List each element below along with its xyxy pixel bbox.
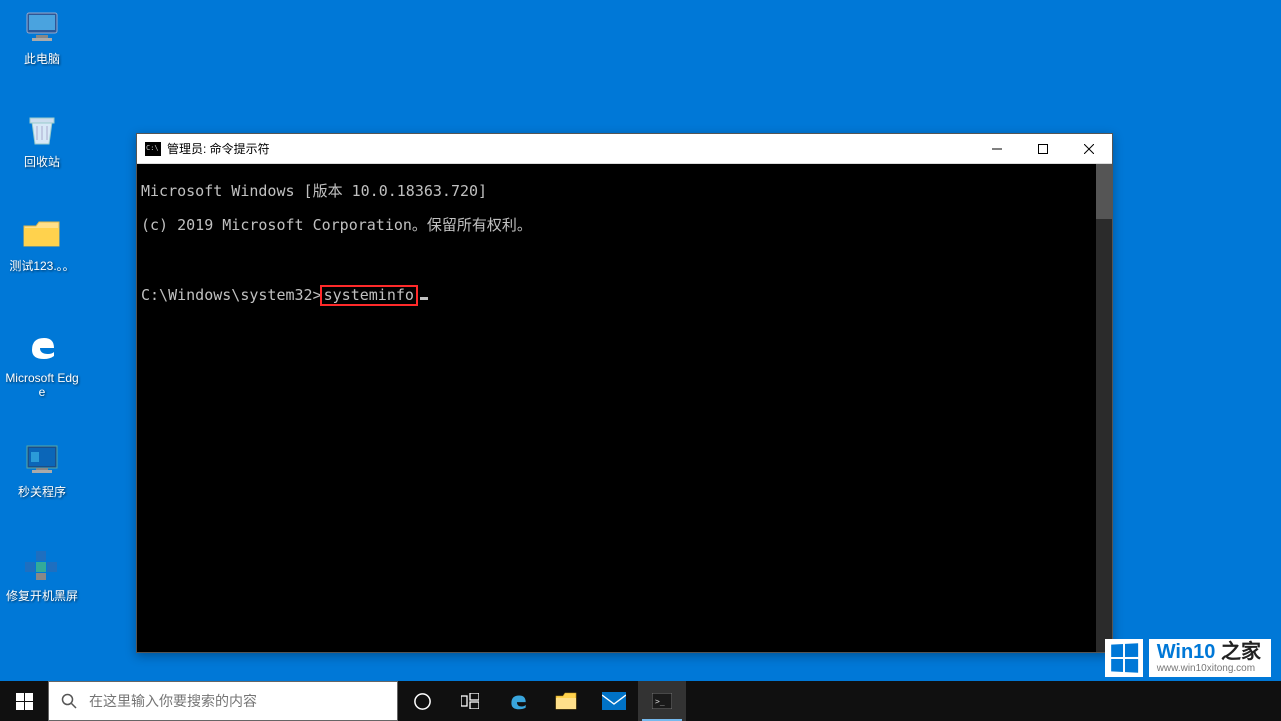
pc-icon bbox=[21, 6, 63, 48]
terminal-prompt-line: C:\Windows\system32>systeminfo bbox=[141, 285, 1108, 306]
search-icon bbox=[49, 693, 89, 709]
maximize-button[interactable] bbox=[1020, 134, 1066, 163]
desktop-icon-label: 秒关程序 bbox=[18, 485, 66, 499]
watermark-url: www.win10xitong.com bbox=[1157, 664, 1261, 674]
cmd-window: 管理员: 命令提示符 Microsoft Windows [版本 10.0.18… bbox=[136, 133, 1113, 653]
watermark-title: Win10 之家 bbox=[1157, 642, 1261, 662]
desktop-icon-label: Microsoft Edge bbox=[5, 371, 79, 399]
windows-logo-icon bbox=[16, 693, 33, 710]
desktop-icon-this-pc[interactable]: 此电脑 bbox=[5, 6, 79, 66]
terminal-body[interactable]: Microsoft Windows [版本 10.0.18363.720] (c… bbox=[137, 164, 1112, 652]
scrollbar-thumb[interactable] bbox=[1096, 164, 1112, 219]
window-title: 管理员: 命令提示符 bbox=[167, 140, 270, 157]
svg-text:>_: >_ bbox=[655, 697, 665, 706]
app-icon bbox=[21, 439, 63, 481]
terminal-scrollbar[interactable] bbox=[1096, 164, 1112, 652]
close-button[interactable] bbox=[1066, 134, 1112, 163]
taskbar-search[interactable] bbox=[48, 681, 398, 721]
desktop-icon-label: 回收站 bbox=[24, 155, 60, 169]
desktop-icon-label: 此电脑 bbox=[24, 52, 60, 66]
watermark-logo bbox=[1105, 639, 1143, 677]
folder-icon bbox=[21, 213, 63, 255]
desktop-icon-label: 测试123.。。 bbox=[9, 259, 74, 273]
taskbar-cmd[interactable]: >_ bbox=[638, 681, 686, 721]
taskbar-task-view[interactable] bbox=[446, 681, 494, 721]
taskbar-file-explorer[interactable] bbox=[542, 681, 590, 721]
taskbar: >_ bbox=[0, 681, 1281, 721]
terminal-prompt: C:\Windows\system32> bbox=[141, 286, 322, 304]
desktop[interactable]: 此电脑 回收站 测试123.。。 Microsoft Edge 秒关程序 修复开… bbox=[0, 0, 1281, 721]
desktop-icon-shutdown-app[interactable]: 秒关程序 bbox=[5, 439, 79, 499]
terminal-line: Microsoft Windows [版本 10.0.18363.720] bbox=[141, 183, 1108, 200]
taskbar-cortana[interactable] bbox=[398, 681, 446, 721]
minimize-button[interactable] bbox=[974, 134, 1020, 163]
desktop-icon-label: 修复开机黑屏 bbox=[6, 589, 78, 603]
highlighted-command: systeminfo bbox=[320, 285, 418, 306]
desktop-icon-edge[interactable]: Microsoft Edge bbox=[5, 325, 79, 399]
cmd-icon bbox=[145, 142, 161, 156]
fix-icon bbox=[21, 543, 63, 585]
taskbar-edge[interactable] bbox=[494, 681, 542, 721]
edge-icon bbox=[21, 325, 63, 367]
watermark: Win10 之家 www.win10xitong.com bbox=[1105, 639, 1271, 677]
terminal-line: (c) 2019 Microsoft Corporation。保留所有权利。 bbox=[141, 217, 1108, 234]
recycle-bin-icon bbox=[21, 109, 63, 151]
search-input[interactable] bbox=[89, 693, 397, 709]
start-button[interactable] bbox=[0, 681, 48, 721]
desktop-icon-folder[interactable]: 测试123.。。 bbox=[5, 213, 79, 273]
titlebar[interactable]: 管理员: 命令提示符 bbox=[137, 134, 1112, 164]
taskbar-mail[interactable] bbox=[590, 681, 638, 721]
desktop-icon-recycle-bin[interactable]: 回收站 bbox=[5, 109, 79, 169]
desktop-icon-fix-boot[interactable]: 修复开机黑屏 bbox=[5, 543, 79, 603]
cursor bbox=[420, 297, 428, 300]
